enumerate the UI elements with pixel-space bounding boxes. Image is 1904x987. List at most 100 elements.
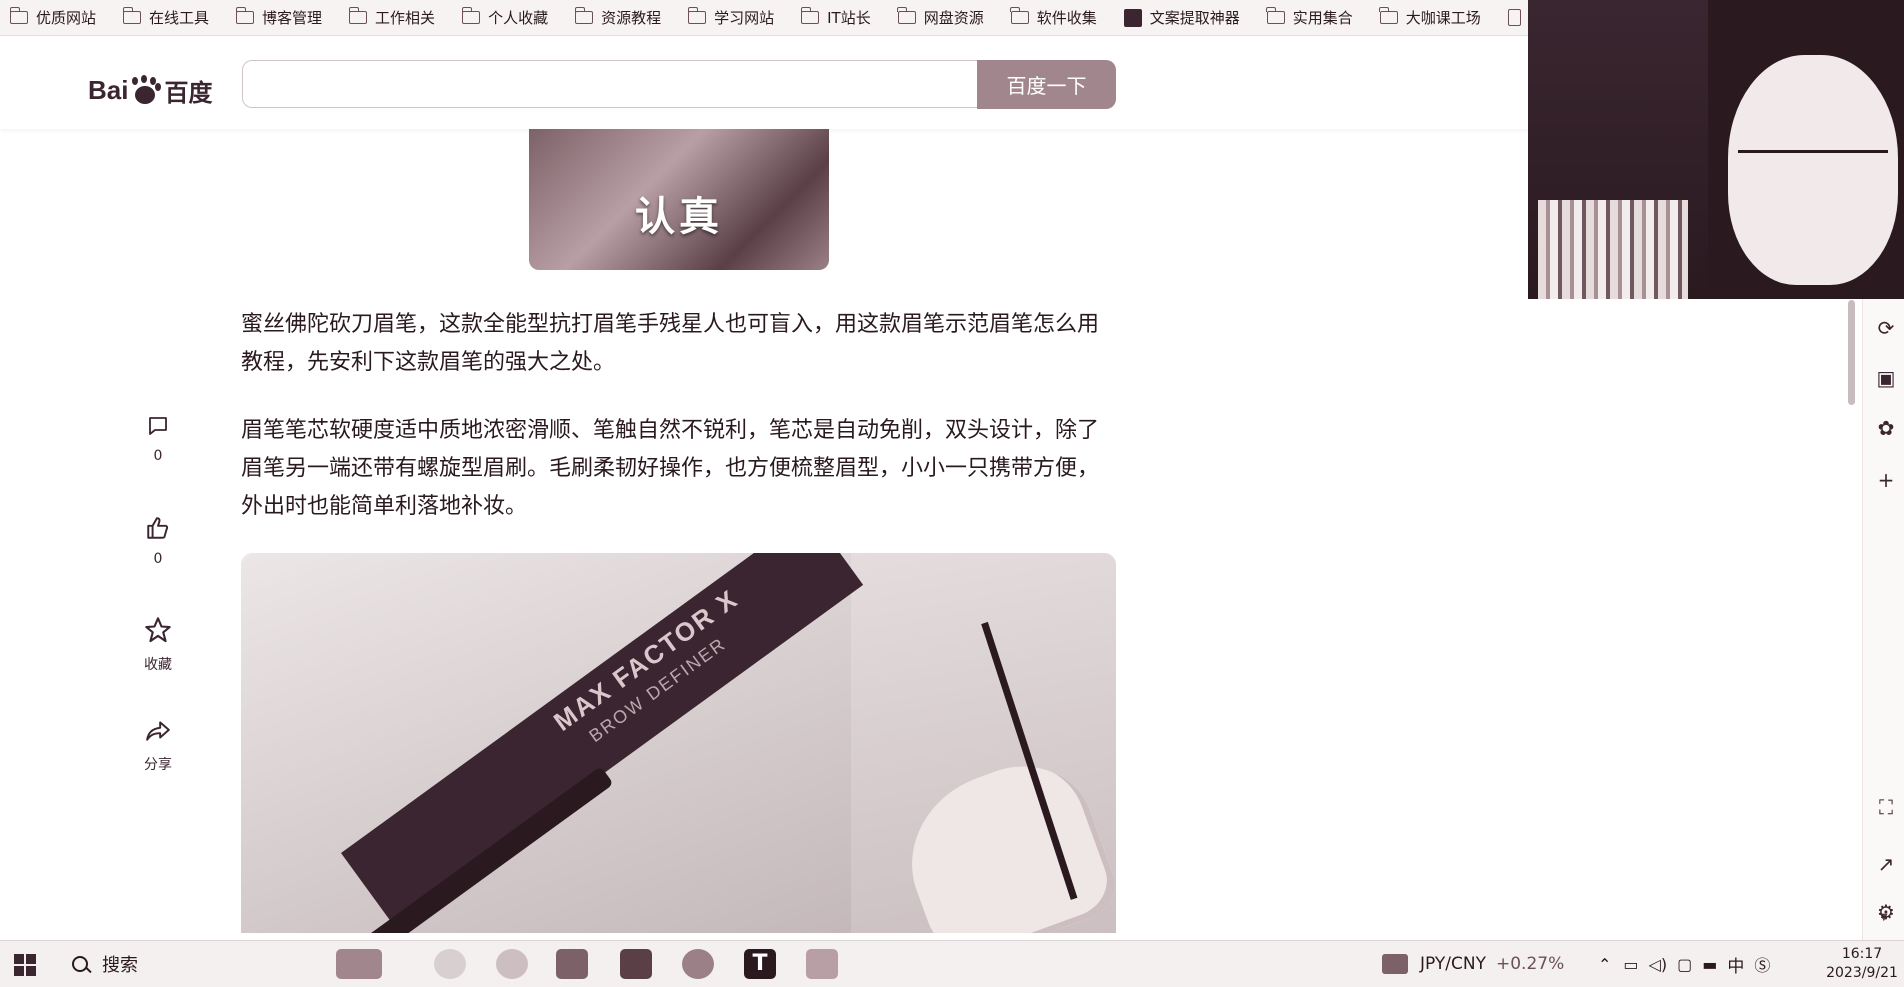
bookmark-item[interactable]: 优质网站 (9, 7, 97, 28)
logo-text-cn: 百度 (164, 80, 213, 107)
bookmark-label: 文案提取神器 (1149, 9, 1240, 27)
bookmark-item[interactable]: 资源教程 (574, 7, 662, 28)
webcam-overlay (1528, 0, 1904, 299)
like-count: 0 (153, 551, 163, 567)
bookmark-item[interactable]: 大咖课工场 (1379, 7, 1481, 28)
battery-icon[interactable]: ▬ (1702, 955, 1717, 974)
bookmark-label: 优质网站 (36, 9, 97, 27)
bookmark-label: 软件收集 (1036, 9, 1097, 27)
bookmark-item[interactable]: 实用集合 (1266, 7, 1353, 28)
folder-icon (897, 7, 916, 24)
taskbar-app-thumbnail[interactable] (336, 949, 382, 979)
paw-icon (130, 76, 160, 105)
search-button[interactable]: 百度一下 (977, 60, 1116, 109)
folder-icon (687, 7, 707, 24)
bookmark-label: 资源教程 (601, 9, 662, 27)
share-label: 分享 (144, 757, 172, 773)
chart-icon (1382, 954, 1408, 974)
folder-icon (1379, 7, 1398, 24)
search-input[interactable] (242, 60, 978, 108)
chevron-up-icon[interactable]: ⌃ (1598, 955, 1611, 974)
bookmark-label: IT站长 (827, 9, 871, 27)
display-icon[interactable]: ▢ (1677, 955, 1692, 974)
flower-app-icon[interactable] (682, 949, 714, 979)
article-paragraph-1: 蜜丝佛陀砍刀眉笔，这款全能型抗打眉笔手残星人也可盲入，用这款眉笔示范眉笔怎么用教… (241, 312, 1100, 375)
article-image-top: 认真 (529, 129, 829, 270)
folder-icon (1266, 7, 1285, 24)
presenter-face-graphic (1728, 55, 1898, 285)
bookmark-label: 大咖课工场 (1405, 9, 1481, 27)
books-graphic (1538, 200, 1688, 299)
bookmark-label: 学习网站 (714, 9, 775, 27)
comment-icon (149, 417, 167, 435)
windows-start-icon[interactable] (14, 954, 36, 976)
sogou-icon[interactable]: Ⓢ (1754, 952, 1770, 976)
folder-icon (235, 7, 255, 24)
scrollbar-thumb[interactable] (1848, 300, 1855, 405)
share-action[interactable]: 分享 (140, 718, 176, 774)
taskbar-search-label: 搜索 (102, 955, 138, 976)
bookmark-label: 个人收藏 (488, 9, 549, 27)
logo-text: Bai (88, 75, 129, 105)
bookmark-label: 博客管理 (262, 9, 323, 27)
bookmark-item[interactable]: 在线工具 (122, 7, 210, 28)
windows-taskbar: 搜索 T JPY/CNY +0.27% ⌃ ▭ ◁) ▢ ▬ 中 Ⓢ 16:17… (0, 940, 1904, 987)
bookmark-label: 在线工具 (149, 9, 210, 27)
star-icon (145, 617, 171, 643)
favorite-label: 收藏 (144, 657, 172, 673)
baidu-logo[interactable]: Bai 百度 (88, 73, 212, 108)
bookmark-item[interactable]: 文案提取神器 (1123, 7, 1240, 28)
comment-action[interactable]: 0 (140, 414, 176, 464)
folder-icon (9, 7, 28, 24)
external-link-icon[interactable]: ↗ (1874, 852, 1898, 876)
settings-gear-icon[interactable]: ⚙ (1874, 900, 1898, 924)
bookmark-label: 网盘资源 (923, 9, 984, 27)
bookmark-item[interactable]: 软件收集 (1010, 7, 1097, 28)
app-icon-2[interactable] (620, 949, 652, 979)
folder-icon (574, 7, 594, 24)
folder-icon (348, 7, 368, 24)
volume-icon[interactable]: ◁) (1649, 955, 1668, 974)
edge-beta-icon[interactable] (434, 949, 466, 979)
bookmark-label: 工作相关 (375, 9, 436, 27)
bookmark-item[interactable]: 个人收藏 (461, 7, 549, 28)
like-action[interactable]: 0 (140, 515, 176, 567)
network-icon[interactable]: ▭ (1623, 955, 1638, 974)
clock-date: 2023/9/21 (1826, 965, 1898, 981)
bookmark-item[interactable]: 网盘资源 (897, 7, 984, 28)
comment-count: 0 (153, 448, 163, 464)
browser-icon[interactable] (496, 949, 528, 979)
bookmark-item[interactable]: 博客管理 (235, 7, 323, 28)
system-tray: ⌃ ▭ ◁) ▢ ▬ 中 Ⓢ (1598, 941, 1770, 987)
currency-pair: JPY/CNY (1420, 954, 1486, 974)
currency-widget[interactable]: JPY/CNY +0.27% (1382, 941, 1564, 987)
add-icon[interactable]: + (1874, 468, 1898, 492)
document-icon (1507, 9, 1521, 26)
favorite-action[interactable]: 收藏 (140, 616, 176, 674)
bookmark-item[interactable]: IT站长 (800, 7, 871, 28)
folder-icon (800, 7, 820, 24)
taskbar-clock[interactable]: 16:17 2023/9/21 (1822, 945, 1902, 983)
browser-sidebar (1862, 299, 1904, 940)
clock-time: 16:17 (1841, 946, 1883, 962)
app-icon (1123, 8, 1142, 27)
screenshot-icon[interactable]: ⛶ (1874, 795, 1898, 819)
file-explorer-icon[interactable] (806, 949, 838, 979)
app-icon[interactable] (556, 949, 588, 979)
bookmark-item[interactable]: 学习网站 (687, 7, 775, 28)
bookmark-label: 实用集合 (1292, 9, 1353, 27)
image-caption: 认真 (635, 194, 723, 240)
folder-icon (122, 7, 142, 24)
refresh-icon[interactable]: ⟳ (1874, 316, 1898, 340)
ime-indicator[interactable]: 中 (1727, 952, 1744, 977)
folder-icon (461, 7, 481, 24)
share-icon (146, 721, 170, 741)
flower-icon[interactable]: ✿ (1874, 416, 1898, 440)
thumbs-up-icon (147, 517, 169, 539)
bookmark-item[interactable]: 工作相关 (348, 7, 436, 28)
bilibili-icon[interactable]: ▣ (1874, 366, 1898, 390)
folder-icon (1010, 7, 1029, 24)
typora-icon[interactable]: T (744, 949, 776, 979)
currency-change: +0.27% (1495, 954, 1565, 974)
article-paragraph-2: 眉笔笔芯软硬度适中质地浓密滑顺、笔触自然不锐利，笔芯是自动免削，双头设计，除了眉… (241, 418, 1100, 519)
